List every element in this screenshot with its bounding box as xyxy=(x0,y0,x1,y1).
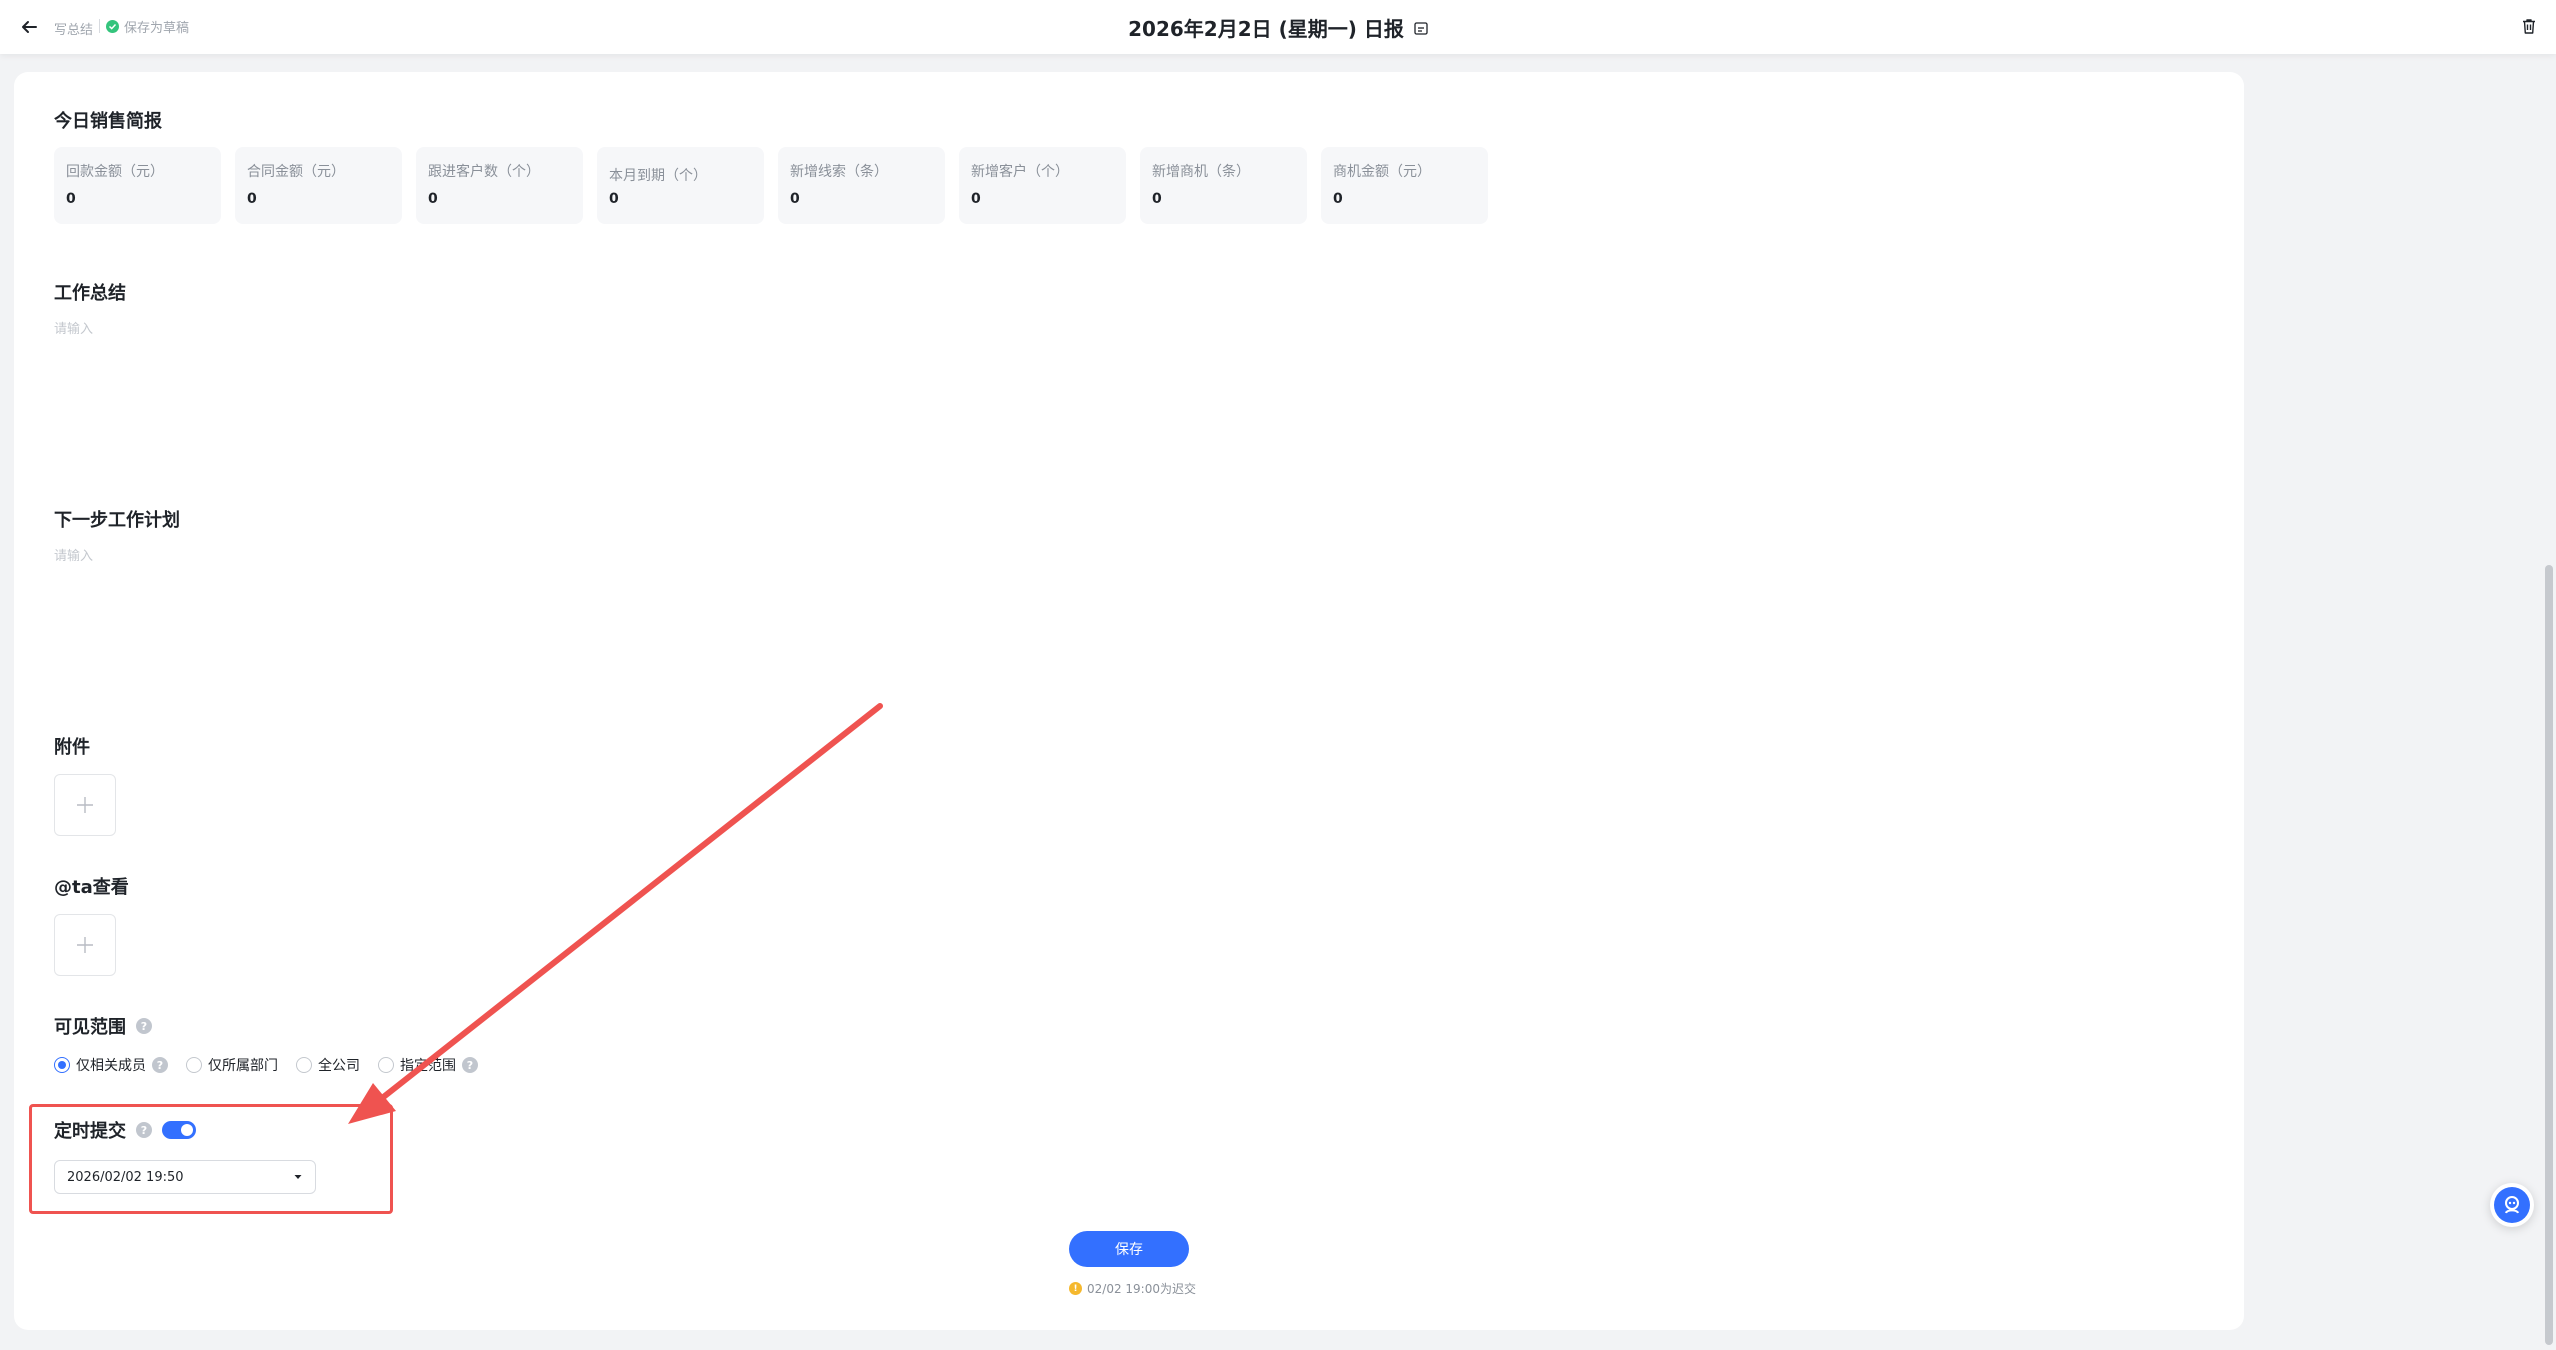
visibility-option-members[interactable]: 仅相关成员 ? xyxy=(54,1055,168,1075)
radio-label: 仅相关成员 xyxy=(76,1058,146,1074)
visibility-title: 可见范围 xyxy=(54,1017,126,1038)
stat-label: 跟进客户数（个） xyxy=(428,164,540,180)
question-circle-icon[interactable]: ? xyxy=(136,1122,152,1138)
stat-value: 0 xyxy=(1152,191,1162,207)
visibility-option-department[interactable]: 仅所属部门 xyxy=(186,1055,278,1075)
radio-button[interactable] xyxy=(378,1057,394,1073)
caret-down-icon xyxy=(294,1175,302,1179)
stat-label: 新增商机（条） xyxy=(1152,164,1250,180)
stat-value: 0 xyxy=(428,191,438,207)
radio-label: 指定范围 xyxy=(400,1058,456,1074)
report-form-card: 今日销售简报 回款金额（元） 0 合同金额（元） 0 跟进客户数（个） 0 本月… xyxy=(14,72,2244,1330)
visibility-option-company[interactable]: 全公司 xyxy=(296,1055,360,1075)
visibility-heading: 可见范围 ? xyxy=(54,1013,152,1039)
plus-icon xyxy=(77,797,93,813)
sales-stats-row: 回款金额（元） 0 合同金额（元） 0 跟进客户数（个） 0 本月到期（个） 0… xyxy=(54,147,1488,224)
stat-card: 合同金额（元） 0 xyxy=(235,147,402,224)
assistant-robot-icon xyxy=(2494,1187,2530,1223)
add-attachment-button[interactable] xyxy=(54,774,116,836)
question-circle-icon[interactable]: ? xyxy=(152,1057,168,1073)
stat-label: 合同金额（元） xyxy=(247,164,345,180)
late-submission-note: ! 02/02 19:00为迟交 xyxy=(1069,1280,1199,1297)
stat-card: 新增客户（个） 0 xyxy=(959,147,1126,224)
stat-card: 新增商机（条） 0 xyxy=(1140,147,1307,224)
scheduled-datetime-select[interactable]: 2026/02/02 19:50 xyxy=(54,1160,316,1194)
add-mention-button[interactable] xyxy=(54,914,116,976)
stat-value: 0 xyxy=(247,191,257,207)
delete-button[interactable] xyxy=(2516,13,2542,39)
warning-icon: ! xyxy=(1069,1282,1082,1295)
radio-button[interactable] xyxy=(296,1057,312,1073)
radio-label: 全公司 xyxy=(318,1058,360,1074)
page-title-text: 2026年2月2日 (星期一) 日报 xyxy=(1128,17,1404,41)
stat-card: 新增线索（条） 0 xyxy=(778,147,945,224)
stat-label: 新增客户（个） xyxy=(971,164,1069,180)
visibility-radio-group: 仅相关成员 ? 仅所属部门 全公司 指定范围 ? xyxy=(54,1055,496,1075)
stat-card: 回款金额（元） 0 xyxy=(54,147,221,224)
work-summary-title: 工作总结 xyxy=(54,283,126,304)
work-summary-input[interactable] xyxy=(54,312,2204,472)
radio-label: 仅所属部门 xyxy=(208,1058,278,1074)
radio-button[interactable] xyxy=(186,1057,202,1073)
stat-card: 商机金额（元） 0 xyxy=(1321,147,1488,224)
mention-title: @ta查看 xyxy=(54,877,129,898)
save-button[interactable]: 保存 xyxy=(1069,1231,1189,1267)
question-circle-icon[interactable]: ? xyxy=(136,1018,152,1034)
question-circle-icon[interactable]: ? xyxy=(462,1057,478,1073)
trash-icon xyxy=(2523,19,2535,34)
stat-label: 本月到期（个） xyxy=(609,168,707,184)
stat-value: 0 xyxy=(971,191,981,207)
stat-value: 0 xyxy=(66,191,76,207)
stat-card: 本月到期（个） 0 xyxy=(597,147,764,224)
scheduled-submit-title: 定时提交 xyxy=(54,1121,126,1142)
visibility-option-custom[interactable]: 指定范围 ? xyxy=(378,1055,478,1075)
scheduled-submit-heading: 定时提交 ? xyxy=(54,1117,196,1143)
stat-label: 回款金额（元） xyxy=(66,164,164,180)
stat-value: 0 xyxy=(609,191,619,207)
stat-label: 商机金额（元） xyxy=(1333,164,1431,180)
scrollbar-thumb[interactable] xyxy=(2545,565,2553,1345)
stat-value: 0 xyxy=(790,191,800,207)
radio-button[interactable] xyxy=(54,1057,70,1073)
plus-icon xyxy=(77,937,93,953)
next-plan-input[interactable] xyxy=(54,539,2204,699)
top-bar: 写总结 保存为草稿 2026年2月2日 (星期一) 日报 xyxy=(0,0,2556,54)
late-note-text: 02/02 19:00为迟交 xyxy=(1087,1282,1196,1296)
calendar-icon[interactable] xyxy=(1414,21,1428,35)
scheduled-datetime-value: 2026/02/02 19:50 xyxy=(67,1169,184,1185)
stat-value: 0 xyxy=(1333,191,1343,207)
sales-brief-title: 今日销售简报 xyxy=(54,111,162,132)
next-plan-title: 下一步工作计划 xyxy=(54,510,180,531)
page-title: 2026年2月2日 (星期一) 日报 xyxy=(0,13,2556,42)
assistant-button[interactable] xyxy=(2490,1183,2534,1227)
stat-card: 跟进客户数（个） 0 xyxy=(416,147,583,224)
attachment-title: 附件 xyxy=(54,737,90,758)
stat-label: 新增线索（条） xyxy=(790,164,888,180)
scheduled-submit-toggle[interactable] xyxy=(162,1121,196,1139)
